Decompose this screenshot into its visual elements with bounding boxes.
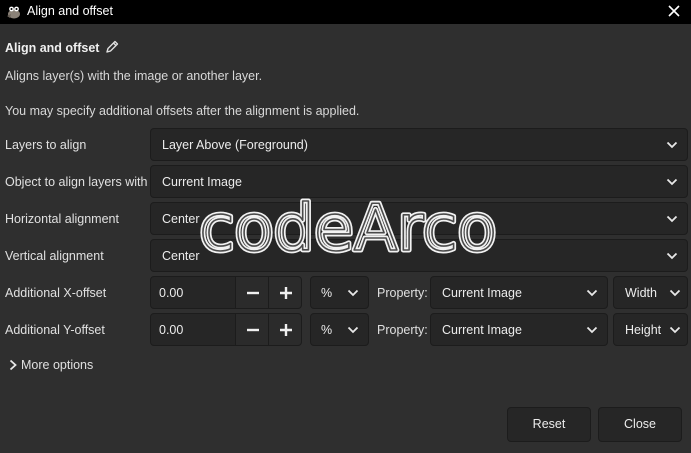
- x-offset-value: 0.00: [159, 286, 184, 300]
- x-offset-input[interactable]: 0.00: [150, 276, 236, 309]
- dialog-heading: Align and offset: [5, 41, 100, 55]
- horizontal-alignment-label: Horizontal alignment: [5, 212, 119, 226]
- y-property-dropdown[interactable]: Current Image: [430, 313, 608, 346]
- chevron-down-icon: [666, 141, 678, 149]
- vertical-alignment-label: Vertical alignment: [5, 249, 104, 263]
- x-property-label: Property:: [377, 286, 428, 300]
- chevron-down-icon: [669, 326, 681, 334]
- y-offset-decrement-button[interactable]: [235, 313, 269, 346]
- title-bar: Align and offset: [0, 0, 691, 24]
- layers-to-align-value: Layer Above (Foreground): [162, 138, 308, 152]
- y-property-value: Current Image: [442, 323, 522, 337]
- chevron-down-icon: [666, 215, 678, 223]
- layers-to-align-dropdown[interactable]: Layer Above (Foreground): [150, 128, 688, 161]
- chevron-down-icon: [586, 289, 598, 297]
- watermark-text-inner: codeArco: [199, 192, 496, 264]
- x-dimension-value: Width: [625, 286, 657, 300]
- window-title: Align and offset: [27, 4, 113, 18]
- chevron-right-icon: [9, 359, 17, 371]
- layers-to-align-label: Layers to align: [5, 138, 87, 152]
- minus-icon: [247, 291, 259, 295]
- x-offset-unit-dropdown[interactable]: %: [310, 276, 369, 309]
- plus-icon: [280, 324, 292, 336]
- x-property-dropdown[interactable]: Current Image: [430, 276, 608, 309]
- x-offset-increment-button[interactable]: [268, 276, 302, 309]
- edit-pencil-icon[interactable]: [104, 39, 120, 55]
- chevron-down-icon: [669, 289, 681, 297]
- chevron-down-icon: [586, 326, 598, 334]
- dialog-description: Aligns layer(s) with the image or anothe…: [5, 69, 263, 83]
- more-options-label: More options: [21, 358, 94, 372]
- object-to-align-with-value: Current Image: [162, 175, 242, 189]
- plus-icon: [280, 287, 292, 299]
- y-offset-unit-value: %: [321, 323, 333, 337]
- y-offset-unit-dropdown[interactable]: %: [310, 313, 369, 346]
- chevron-down-icon: [347, 289, 359, 297]
- x-offset-unit-value: %: [321, 286, 333, 300]
- chevron-down-icon: [666, 178, 678, 186]
- y-offset-label: Additional Y-offset: [5, 323, 105, 337]
- reset-button[interactable]: Reset: [507, 407, 591, 442]
- y-offset-value: 0.00: [159, 323, 184, 337]
- dialog-note: You may specify additional offsets after…: [5, 104, 360, 118]
- more-options-expander[interactable]: More options: [8, 358, 93, 372]
- y-property-label: Property:: [377, 323, 428, 337]
- watermark-logo: codeArco codeArco: [197, 192, 499, 264]
- close-icon[interactable]: [666, 3, 682, 19]
- chevron-down-icon: [347, 326, 359, 334]
- x-offset-decrement-button[interactable]: [235, 276, 269, 309]
- y-offset-input[interactable]: 0.00: [150, 313, 236, 346]
- minus-icon: [247, 328, 259, 332]
- x-dimension-dropdown[interactable]: Width: [613, 276, 688, 309]
- close-button[interactable]: Close: [598, 407, 682, 442]
- y-offset-increment-button[interactable]: [268, 313, 302, 346]
- gimp-wilber-icon: [7, 6, 20, 19]
- x-property-value: Current Image: [442, 286, 522, 300]
- chevron-down-icon: [666, 252, 678, 260]
- object-to-align-with-label: Object to align layers with: [5, 175, 148, 189]
- y-dimension-value: Height: [625, 323, 662, 337]
- x-offset-label: Additional X-offset: [5, 286, 107, 300]
- y-dimension-dropdown[interactable]: Height: [613, 313, 688, 346]
